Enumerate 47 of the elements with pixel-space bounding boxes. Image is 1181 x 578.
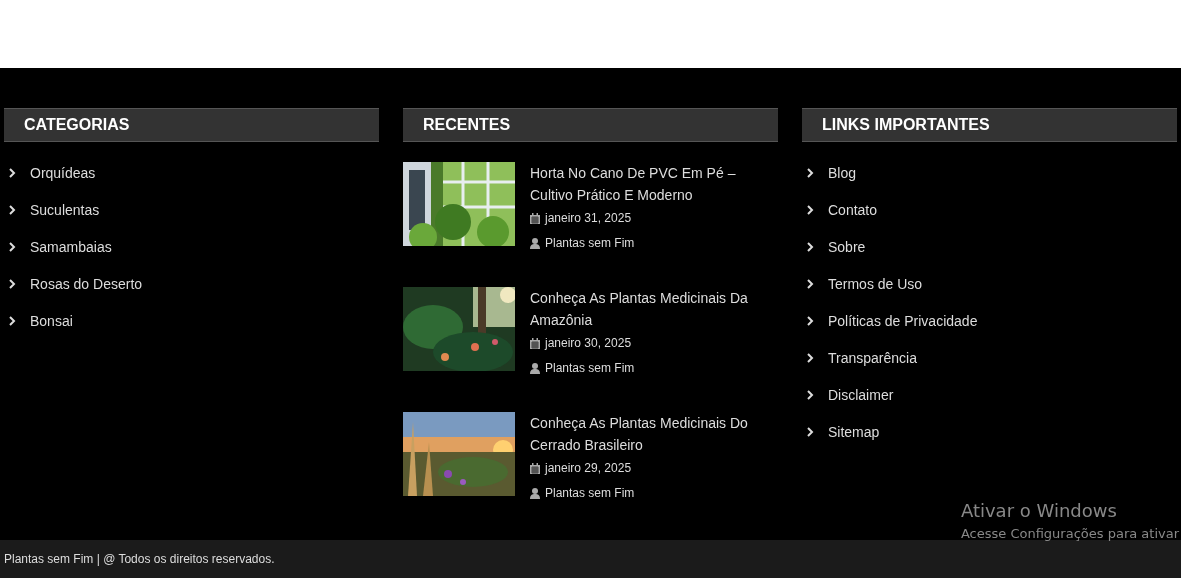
footer-link[interactable]: Termos de Uso: [828, 273, 923, 295]
post-date: janeiro 31, 2025: [545, 210, 632, 227]
footer-link[interactable]: Orquídeas: [30, 162, 96, 184]
widget-title: LINKS IMPORTANTES: [822, 115, 990, 135]
chevron-right-icon: [806, 353, 814, 363]
footer-link[interactable]: Bonsai: [30, 310, 73, 332]
post-author: Plantas sem Fim: [545, 485, 635, 502]
chevron-right-icon: [806, 168, 814, 178]
post-title[interactable]: Conheça As Plantas Medicinais Do Cerrado Brasileiro: [530, 412, 760, 456]
calendar-icon: [530, 212, 540, 224]
chevron-right-icon: [806, 279, 814, 289]
user-icon: [530, 237, 540, 249]
chevron-right-icon: [8, 242, 16, 252]
footer-link[interactable]: Disclaimer: [828, 384, 894, 406]
post-author: Plantas sem Fim: [545, 360, 635, 377]
post-date: janeiro 29, 2025: [545, 460, 632, 477]
chevron-right-icon: [806, 242, 814, 252]
chevron-right-icon: [806, 316, 814, 326]
chevron-right-icon: [806, 390, 814, 400]
footer-link[interactable]: Sitemap: [828, 421, 880, 443]
chevron-right-icon: [8, 279, 16, 289]
footer-link[interactable]: Blog: [828, 162, 857, 184]
post-title[interactable]: Conheça As Plantas Medicinais Da Amazônia: [530, 287, 760, 331]
chevron-right-icon: [8, 205, 16, 215]
user-icon: [530, 362, 540, 374]
chevron-right-icon: [8, 168, 16, 178]
footer-link[interactable]: Samambaias: [30, 236, 112, 258]
copyright-text: Plantas sem Fim | @ Todos os direitos reservados.: [4, 551, 275, 568]
chevron-right-icon: [8, 316, 16, 326]
post-title[interactable]: Horta No Cano De PVC Em Pé – Cultivo Prático E Moderno: [530, 162, 760, 206]
post-author: Plantas sem Fim: [545, 235, 635, 252]
footer-link[interactable]: Sobre: [828, 236, 866, 258]
footer-link[interactable]: Suculentas: [30, 199, 100, 221]
footer-link[interactable]: Transparência: [828, 347, 917, 369]
user-icon: [530, 487, 540, 499]
activation-text: Acesse Configurações para ativar: [960, 525, 1179, 543]
calendar-icon: [530, 337, 540, 349]
widget-title: RECENTES: [423, 115, 511, 135]
chevron-right-icon: [806, 205, 814, 215]
widget-title: CATEGORIAS: [24, 115, 130, 135]
calendar-icon: [530, 462, 540, 474]
footer-link[interactable]: Contato: [828, 199, 878, 221]
footer-link[interactable]: Políticas de Privacidade: [828, 310, 978, 332]
footer-link[interactable]: Rosas do Deserto: [30, 273, 143, 295]
post-date: janeiro 30, 2025: [545, 335, 632, 352]
activation-title: Ativar o Windows: [960, 499, 1118, 523]
chevron-right-icon: [806, 427, 814, 437]
